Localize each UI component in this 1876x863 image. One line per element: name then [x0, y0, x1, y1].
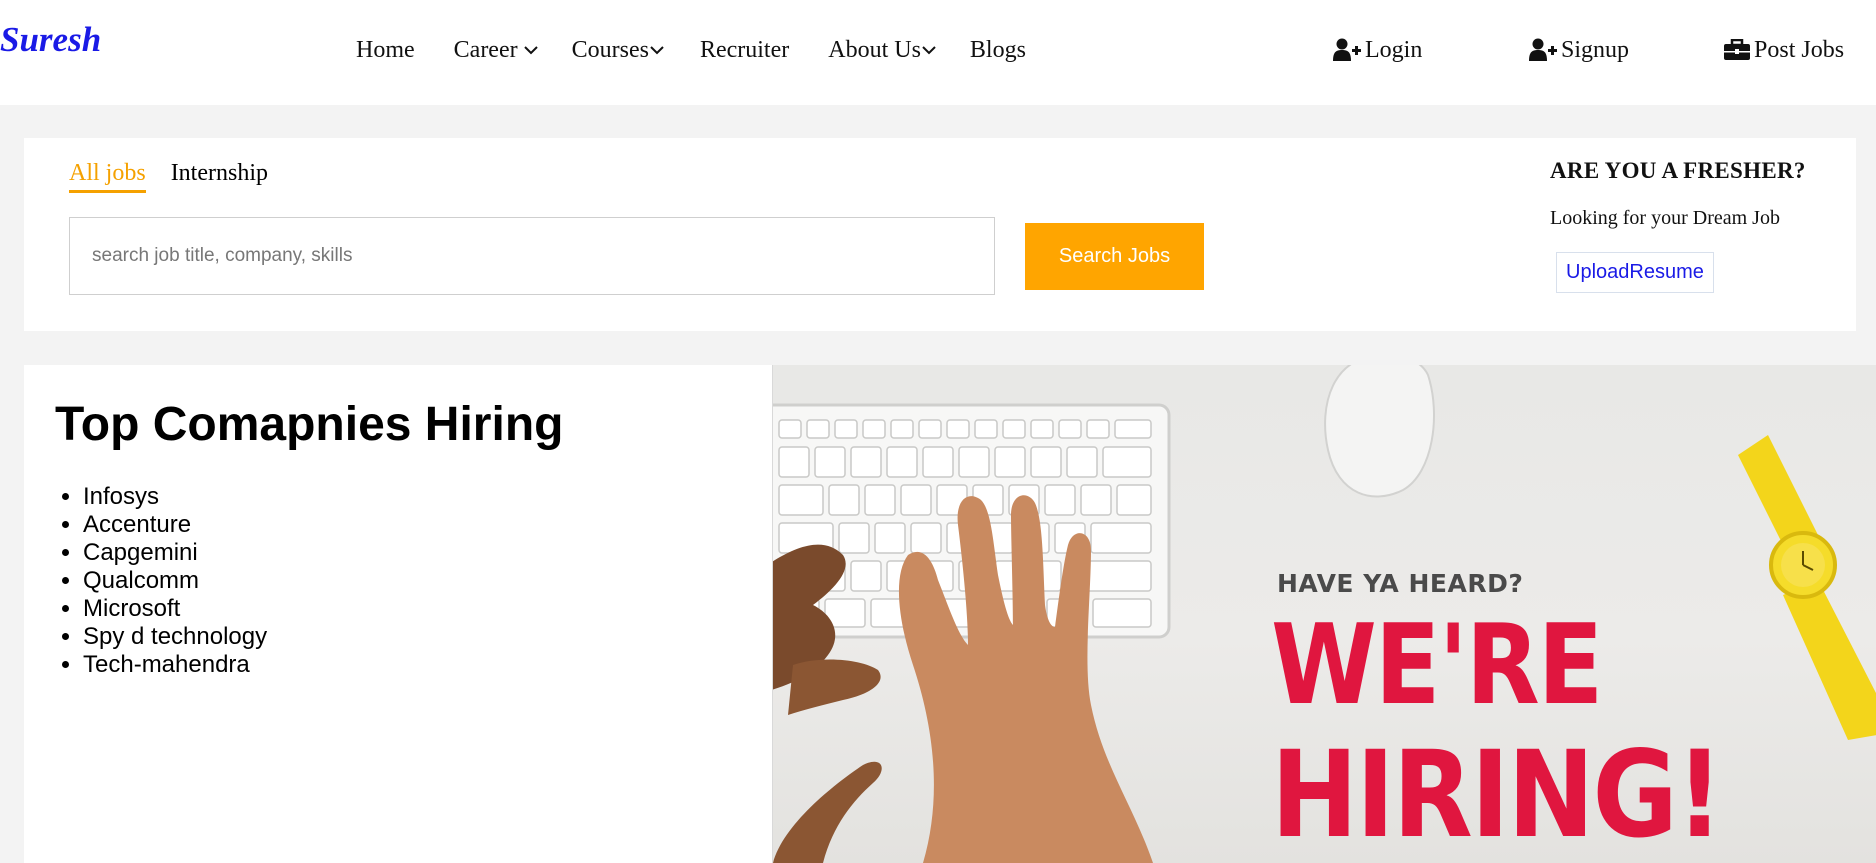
hiring-banner-image: HAVE YA HEARD? WE'RE HIRING! [772, 365, 1876, 863]
nav-about-us[interactable]: About Us [828, 37, 937, 64]
post-jobs-link[interactable]: Post Jobs [1724, 33, 1844, 67]
list-item: Infosys [83, 483, 267, 511]
main-nav: Home Career Courses Recruiter About Us B… [356, 33, 1026, 67]
job-type-tabs: All jobs Internship [69, 160, 268, 193]
nav-career[interactable]: Career [454, 37, 539, 64]
nav-blogs[interactable]: Blogs [970, 37, 1026, 64]
tab-all-jobs[interactable]: All jobs [69, 160, 146, 193]
list-item: Microsoft [83, 595, 267, 623]
upload-resume-button[interactable]: UploadResume [1556, 252, 1714, 293]
nav-recruiter-label: Recruiter [699, 36, 790, 63]
user-plus-icon [1333, 38, 1361, 61]
list-item: Spy d technology [83, 623, 267, 651]
post-jobs-label: Post Jobs [1754, 36, 1845, 63]
top-companies-title: Top Comapnies Hiring [55, 398, 564, 451]
chevron-down-icon [922, 46, 936, 55]
signup-link[interactable]: Signup [1529, 33, 1629, 67]
list-item: Accenture [83, 511, 267, 539]
briefcase-icon [1724, 39, 1750, 60]
fresher-box: ARE YOU A FRESHER? Looking for your Drea… [1550, 158, 1850, 293]
signup-label: Signup [1561, 36, 1630, 63]
search-jobs-button[interactable]: Search Jobs [1025, 223, 1204, 290]
login-link[interactable]: Login [1333, 33, 1422, 67]
nav-home-label: Home [356, 36, 415, 63]
job-search-input[interactable] [69, 217, 995, 295]
nav-home[interactable]: Home [356, 37, 415, 64]
hiring-small-text: HAVE YA HEARD? [1277, 569, 1524, 598]
chevron-down-icon [523, 46, 538, 55]
tab-internship[interactable]: Internship [171, 160, 268, 193]
nav-career-label: Career [453, 36, 518, 63]
hiring-headline-line2: HIRING! [1271, 724, 1723, 863]
nav-recruiter[interactable]: Recruiter [700, 37, 789, 64]
list-item: Tech-mahendra [83, 651, 267, 679]
user-plus-icon [1529, 38, 1557, 61]
nav-courses[interactable]: Courses [572, 37, 665, 64]
brand-logo[interactable]: Suresh [0, 20, 101, 60]
hiring-headline-line1: WE'RE [1271, 600, 1603, 730]
list-item: Qualcomm [83, 567, 267, 595]
login-label: Login [1365, 36, 1423, 63]
nav-blogs-label: Blogs [969, 36, 1026, 63]
job-search-panel: All jobs Internship Search Jobs ARE YOU … [24, 138, 1856, 331]
top-companies-section: Top Comapnies Hiring Infosys Accenture C… [24, 365, 772, 863]
fresher-subtitle: Looking for your Dream Job [1550, 207, 1780, 229]
nav-about-us-label: About Us [828, 36, 921, 63]
chevron-down-icon [650, 46, 664, 55]
nav-courses-label: Courses [571, 36, 649, 63]
company-list: Infosys Accenture Capgemini Qualcomm Mic… [55, 483, 267, 679]
fresher-title: ARE YOU A FRESHER? [1550, 158, 1806, 183]
list-item: Capgemini [83, 539, 267, 567]
top-navbar: Suresh Home Career Courses Recruiter Abo… [0, 0, 1876, 105]
